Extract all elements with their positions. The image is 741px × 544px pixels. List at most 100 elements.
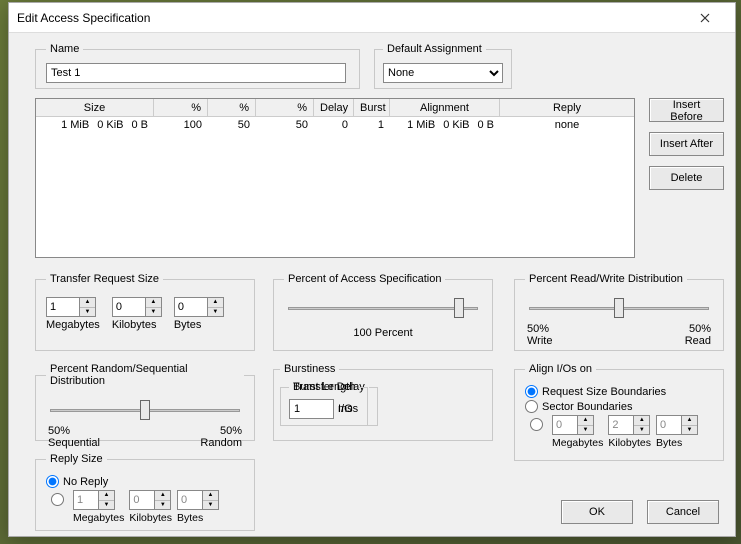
no-reply-label: No Reply <box>63 476 108 488</box>
delete-button[interactable]: Delete <box>649 166 724 190</box>
close-icon <box>700 13 710 23</box>
align-requestsize-radio[interactable] <box>525 385 538 398</box>
percent-access-slider[interactable] <box>288 297 478 323</box>
align-opt2-label: Sector Boundaries <box>542 401 633 413</box>
title-bar: Edit Access Specification <box>9 3 735 33</box>
trs-mb-input[interactable] <box>46 297 80 317</box>
burst-length-group: Burst Length I/Os <box>280 381 368 426</box>
side-buttons: Insert Before Insert After Delete <box>649 98 724 190</box>
cell-align-b: 0 B <box>477 119 494 131</box>
th-delay[interactable]: Delay <box>314 99 354 116</box>
cell-size-mib: 1 MiB <box>61 119 89 131</box>
trs-kb-spinner[interactable]: ▲▼ <box>112 297 162 317</box>
reply-b-input[interactable] <box>177 490 203 510</box>
th-read[interactable]: % Read <box>208 99 256 116</box>
align-opt1-label: Request Size Boundaries <box>542 386 666 398</box>
trs-b-input[interactable] <box>174 297 208 317</box>
prw-left-label: Write <box>527 335 552 347</box>
prw-right-label: Read <box>685 335 711 347</box>
trs-mb-label: Megabytes <box>46 319 100 331</box>
no-reply-radio[interactable] <box>46 475 59 488</box>
align-custom-radio[interactable] <box>530 418 543 431</box>
reply-b-label: Bytes <box>177 512 203 524</box>
table-row[interactable]: 1 MiB 0 KiB 0 B 100 50 50 0 1 1 MiB 0 Ki… <box>36 117 634 133</box>
th-access[interactable]: % Access <box>154 99 208 116</box>
trs-b-spinner[interactable]: ▲▼ <box>174 297 224 317</box>
trs-mb-spinner[interactable]: ▲▼ <box>46 297 96 317</box>
name-legend: Name <box>46 43 83 55</box>
percent-rw-slider[interactable] <box>529 297 709 323</box>
spec-table[interactable]: Size % Access % Read % Random Delay Burs… <box>35 98 635 258</box>
reply-kb-input[interactable] <box>129 490 155 510</box>
cell-reply: none <box>500 119 634 131</box>
cell-access: 100 <box>154 119 208 131</box>
burstiness-group: Burstiness Transfer Delay ms Burst Lengt… <box>273 363 493 441</box>
transfer-size-group: Transfer Request Size ▲▼ Megabytes ▲▼ Ki… <box>35 273 255 351</box>
burst-length-unit: I/Os <box>338 403 358 415</box>
reply-custom-radio[interactable] <box>51 493 64 506</box>
default-assignment-legend: Default Assignment <box>383 43 486 55</box>
align-kb-label: Kilobytes <box>608 437 651 449</box>
th-random[interactable]: % Random <box>256 99 314 116</box>
align-io-group: Align I/Os on Request Size Boundaries Se… <box>514 363 724 461</box>
prw-right-pct: 50% <box>685 323 711 335</box>
trs-b-label: Bytes <box>174 319 202 331</box>
prs-left-label: Sequential <box>48 437 100 449</box>
prs-right-pct: 50% <box>200 425 242 437</box>
window-title: Edit Access Specification <box>17 11 683 25</box>
percent-access-legend: Percent of Access Specification <box>284 273 445 285</box>
cell-burst: 1 <box>354 119 390 131</box>
reply-size-legend: Reply Size <box>46 453 107 465</box>
th-size[interactable]: Size <box>36 99 154 116</box>
default-assignment-select[interactable]: None <box>383 63 503 83</box>
insert-before-button[interactable]: Insert Before <box>649 98 724 122</box>
reply-kb-label: Kilobytes <box>129 512 172 524</box>
align-kb-input[interactable] <box>608 415 634 435</box>
reply-mb-input[interactable] <box>73 490 99 510</box>
align-b-input[interactable] <box>656 415 682 435</box>
cell-size-b: 0 B <box>131 119 148 131</box>
th-reply[interactable]: Reply <box>500 99 634 116</box>
dialog-window: Edit Access Specification Name Default A… <box>8 2 736 537</box>
reply-mb-label: Megabytes <box>73 512 124 524</box>
cell-align-mib: 1 MiB <box>407 119 435 131</box>
close-button[interactable] <box>683 4 727 32</box>
percent-access-label: 100 Percent <box>284 327 482 339</box>
burstiness-legend: Burstiness <box>280 363 339 375</box>
align-b-spinner[interactable]: ▲▼ <box>656 415 698 435</box>
burst-length-input[interactable] <box>289 399 334 419</box>
align-mb-spinner[interactable]: ▲▼ <box>552 415 594 435</box>
align-kb-spinner[interactable]: ▲▼ <box>608 415 650 435</box>
percent-rw-legend: Percent Read/Write Distribution <box>525 273 687 285</box>
cell-delay: 0 <box>314 119 354 131</box>
prs-left-pct: 50% <box>48 425 100 437</box>
align-mb-input[interactable] <box>552 415 578 435</box>
trs-kb-label: Kilobytes <box>112 319 157 331</box>
table-header: Size % Access % Read % Random Delay Burs… <box>36 99 634 117</box>
name-input[interactable] <box>46 63 346 83</box>
cell-align-kib: 0 KiB <box>443 119 469 131</box>
prw-left-pct: 50% <box>527 323 552 335</box>
align-b-label: Bytes <box>656 437 682 449</box>
percent-random-slider[interactable] <box>50 399 240 425</box>
insert-after-button[interactable]: Insert After <box>649 132 724 156</box>
name-group: Name <box>35 43 360 89</box>
percent-access-group: Percent of Access Specification 100 Perc… <box>273 273 493 351</box>
cell-read: 50 <box>208 119 256 131</box>
burst-length-legend: Burst Length <box>289 381 359 393</box>
ok-button[interactable]: OK <box>561 500 633 524</box>
percent-rw-group: Percent Read/Write Distribution 50% Writ… <box>514 273 724 351</box>
reply-b-spinner[interactable]: ▲▼ <box>177 490 219 510</box>
reply-kb-spinner[interactable]: ▲▼ <box>129 490 171 510</box>
th-align[interactable]: Alignment <box>390 99 500 116</box>
align-sector-radio[interactable] <box>525 400 538 413</box>
reply-mb-spinner[interactable]: ▲▼ <box>73 490 115 510</box>
th-burst[interactable]: Burst <box>354 99 390 116</box>
footer-buttons: OK Cancel <box>561 500 719 524</box>
reply-size-group: Reply Size No Reply ▲▼ Megabytes ▲▼ Kilo… <box>35 453 255 531</box>
cancel-button[interactable]: Cancel <box>647 500 719 524</box>
transfer-size-legend: Transfer Request Size <box>46 273 163 285</box>
default-assignment-group: Default Assignment None <box>374 43 512 89</box>
trs-kb-input[interactable] <box>112 297 146 317</box>
align-mb-label: Megabytes <box>552 437 603 449</box>
